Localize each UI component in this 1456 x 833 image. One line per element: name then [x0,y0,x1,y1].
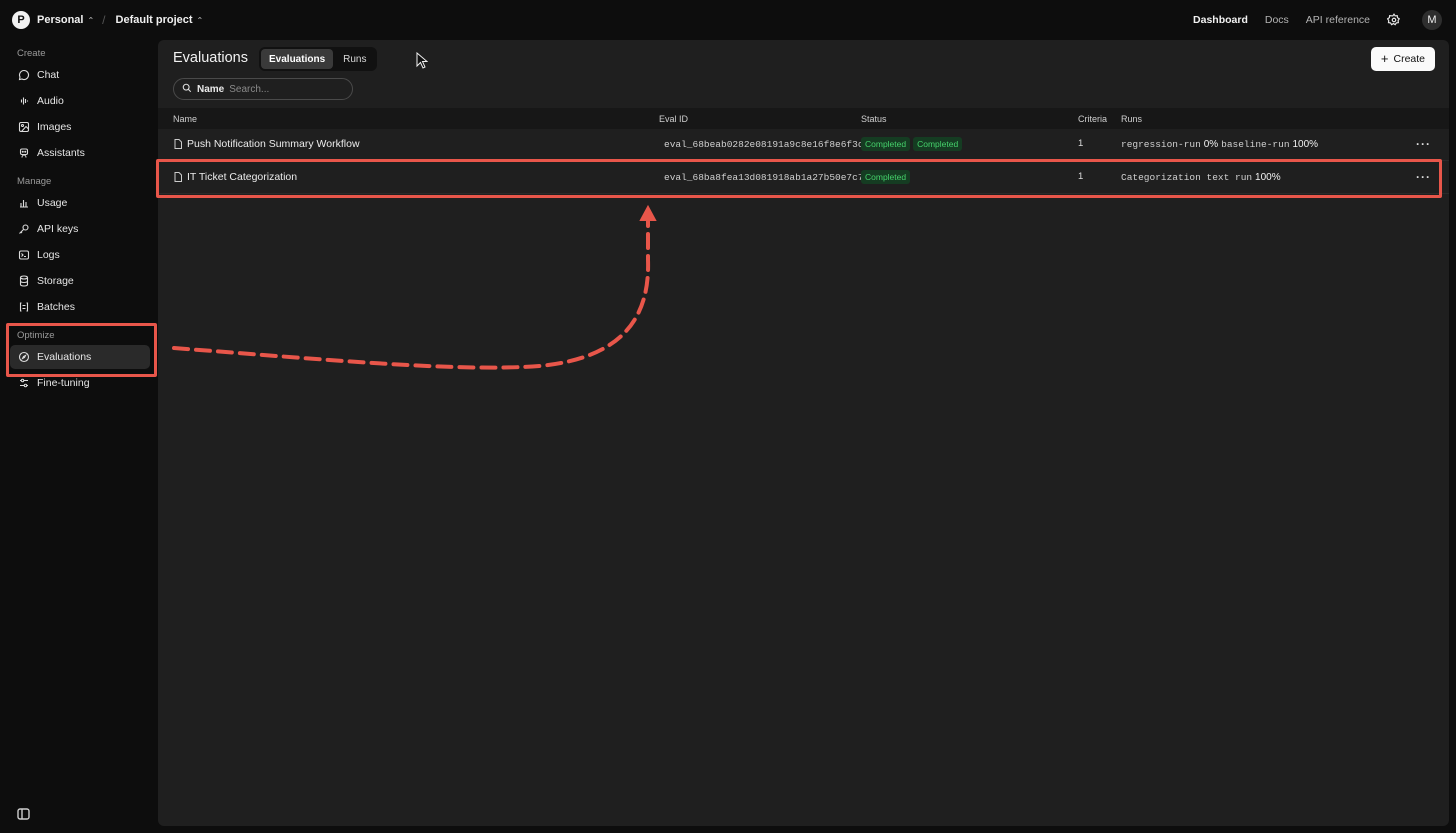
document-icon [174,139,182,149]
sliders-icon [18,377,30,389]
org-name: Personal [37,14,84,26]
search-filter-label: Name [197,83,225,95]
sidebar-item-assistants[interactable]: Assistants [10,141,150,165]
sidebar-item-label: Logs [37,249,60,261]
run-score: 0% [1203,139,1219,150]
sidebar-item-label: Chat [37,69,60,81]
project-name: Default project [115,14,193,26]
eval-id: eval_68beab0282e08191a9c8e16f8e6f3ca9 [664,139,875,150]
search-icon [182,80,192,98]
project-switcher[interactable]: Default project ⌃ [116,14,204,26]
status-cell: Completed Completed [861,137,965,151]
sidebar-item-label: Audio [37,95,64,107]
sidebar-item-chat[interactable]: Chat [10,63,150,87]
database-icon [18,275,30,287]
tab-runs[interactable]: Runs [335,49,374,69]
column-header-status[interactable]: Status [861,114,887,124]
sidebar: Create Chat Audio Images Assistants Mana… [0,40,158,833]
sidebar-item-label: Batches [37,301,75,313]
plus-icon: + [1380,51,1389,66]
user-avatar[interactable]: M [1422,10,1442,30]
run-score: 100% [1292,139,1319,150]
key-icon [18,223,30,235]
run-name: baseline-run [1221,139,1290,150]
view-tabs: Evaluations Runs [259,47,377,71]
annotation-highlight-sidebar [6,323,157,377]
sidebar-item-label: Usage [37,197,68,209]
column-header-criteria[interactable]: Criteria [1078,114,1107,124]
status-badge: Completed [913,137,963,151]
sidebar-item-images[interactable]: Images [10,115,150,139]
search-field[interactable]: Name [173,78,353,100]
create-button-label: Create [1393,53,1425,65]
sidebar-item-label: Storage [37,275,74,287]
main-panel: Evaluations Evaluations Runs + Create Na… [158,40,1449,826]
gear-icon[interactable] [1387,13,1401,27]
terminal-icon [18,249,30,261]
criteria-count: 1 [1078,138,1084,149]
sidebar-toggle-icon[interactable] [17,807,30,820]
create-button[interactable]: + Create [1370,47,1435,71]
chevron-updown-icon: ⌃ [196,15,204,25]
run-name: regression-run [1121,139,1201,150]
org-avatar[interactable]: P [12,11,30,29]
status-badge: Completed [861,137,911,151]
org-switcher[interactable]: Personal ⌃ [37,14,94,26]
dashboard-link[interactable]: Dashboard [1193,14,1248,26]
bar-chart-icon [18,197,30,209]
mouse-cursor-icon [416,52,428,69]
api-reference-link[interactable]: API reference [1306,14,1370,26]
chat-bubble-icon [18,69,30,81]
eval-name-cell: Push Notification Summary Workflow [174,138,360,150]
sidebar-item-api-keys[interactable]: API keys [10,217,150,241]
sidebar-item-label: Fine-tuning [37,377,90,389]
column-header-name[interactable]: Name [173,114,197,124]
table-row[interactable]: Push Notification Summary Workflow eval_… [158,129,1449,161]
column-header-eval-id[interactable]: Eval ID [659,114,688,124]
sidebar-item-logs[interactable]: Logs [10,243,150,267]
sidebar-item-label: Images [37,121,72,133]
search-input[interactable] [229,83,340,95]
image-icon [18,121,30,133]
column-header-runs[interactable]: Runs [1121,114,1142,124]
sidebar-item-usage[interactable]: Usage [10,191,150,215]
sidebar-item-batches[interactable]: Batches [10,295,150,319]
sidebar-item-audio[interactable]: Audio [10,89,150,113]
chevron-updown-icon: ⌃ [87,15,95,25]
more-options-icon[interactable]: ··· [1416,137,1431,151]
table-header: Name Eval ID Status Criteria Runs [158,108,1449,129]
eval-name: Push Notification Summary Workflow [187,138,360,150]
page-title: Evaluations [173,50,248,66]
audio-wave-icon [18,95,30,107]
sidebar-item-storage[interactable]: Storage [10,269,150,293]
robot-icon [18,147,30,159]
breadcrumb-separator: / [102,13,106,27]
runs-cell: regression-run 0% baseline-run 100% [1121,138,1318,150]
section-label-create: Create [17,48,46,59]
top-bar: P Personal ⌃ / Default project ⌃ Dashboa… [0,0,1456,40]
sidebar-item-label: API keys [37,223,79,235]
section-label-manage: Manage [17,176,52,187]
sidebar-item-label: Assistants [37,147,85,159]
list-brackets-icon [18,301,30,313]
tab-evaluations[interactable]: Evaluations [261,49,334,69]
annotation-highlight-row [156,159,1442,198]
docs-link[interactable]: Docs [1265,14,1289,26]
